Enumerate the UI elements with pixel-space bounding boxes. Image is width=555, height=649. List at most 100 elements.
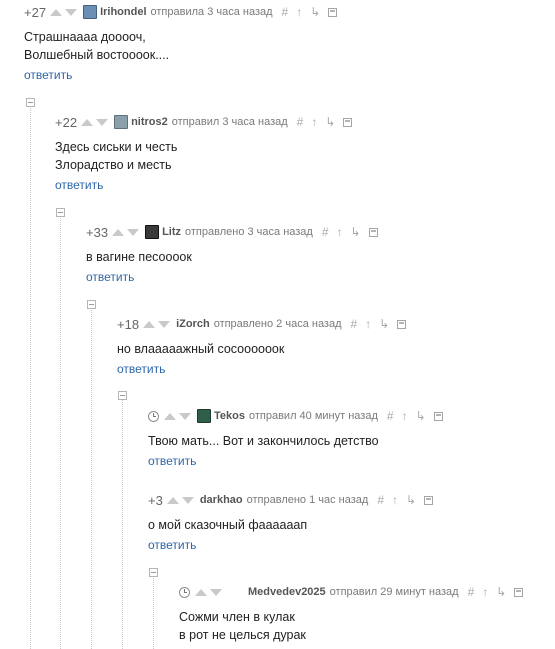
parent-comment-icon[interactable]: ↑ [311, 115, 317, 129]
comment-rating: +18 [117, 316, 140, 332]
vote-up-icon[interactable] [143, 320, 156, 328]
permalink-icon[interactable]: # [322, 225, 329, 239]
thread-line [122, 393, 123, 649]
branch-icon[interactable]: ↳ [325, 115, 335, 129]
vote-up-icon[interactable] [50, 8, 63, 16]
save-icon[interactable] [397, 319, 407, 329]
thread-line [153, 572, 154, 649]
avatar[interactable] [83, 5, 98, 19]
comment-header: +22 nitros2 отправил 3 часа назад # ↑ ↳ [55, 114, 353, 130]
comment-line: в рот не целься дурак [179, 628, 306, 642]
parent-comment-icon[interactable]: ↑ [337, 225, 343, 239]
reply-link[interactable]: ответить [148, 538, 196, 552]
parent-comment-icon[interactable]: ↑ [392, 493, 398, 507]
comment-author[interactable]: iZorch [176, 318, 210, 330]
comment-line: Здесь сиськи и честь [55, 140, 178, 154]
vote-down-icon[interactable] [181, 496, 194, 504]
permalink-icon[interactable]: # [282, 5, 289, 19]
comment-timestamp: отправлено 1 час назад [246, 494, 369, 506]
comment-author[interactable]: nitros2 [131, 116, 168, 128]
comment: +18 iZorch отправлено 2 часа назад # ↑ ↳… [117, 316, 407, 378]
vote-up-icon[interactable] [81, 118, 94, 126]
comment-line: Злорадство и месть [55, 158, 172, 172]
branch-icon[interactable]: ↳ [416, 409, 426, 423]
comment-body: Здесь сиськи и честь Злорадство и месть [55, 138, 352, 174]
comment-author[interactable]: Irihondel [100, 6, 146, 18]
comment-header: +18 iZorch отправлено 2 часа назад # ↑ ↳ [117, 316, 407, 332]
vote-up-icon[interactable] [166, 496, 179, 504]
comment-body: в вагине песоооок [86, 248, 378, 266]
comment: +3 darkhao отправлено 1 час назад # ↑ ↳ … [148, 492, 434, 554]
avatar[interactable] [114, 115, 129, 129]
vote-up-icon[interactable] [112, 228, 125, 236]
vote-down-icon[interactable] [96, 118, 109, 126]
parent-comment-icon[interactable]: ↑ [482, 585, 488, 599]
parent-comment-icon[interactable]: ↑ [365, 317, 371, 331]
collapse-toggle[interactable] [56, 208, 65, 217]
comment-body: Твою мать... Вот и закончилось детство [148, 432, 443, 450]
save-icon[interactable] [343, 117, 353, 127]
collapse-toggle[interactable] [87, 300, 96, 309]
avatar[interactable] [197, 409, 211, 423]
save-icon[interactable] [433, 411, 443, 421]
comment-author[interactable]: Medvedev2025 [248, 586, 326, 598]
comment-body: но влааааажный сосоооооок [117, 340, 406, 358]
comment: Tekos отправил 40 минут назад # ↑ ↳ Твою… [148, 408, 443, 470]
parent-comment-icon[interactable]: ↑ [402, 409, 408, 423]
collapse-toggle[interactable] [26, 98, 35, 107]
vote-down-icon[interactable] [127, 228, 140, 236]
save-icon[interactable] [424, 495, 434, 505]
comment: +27 Irihondel отправила 3 часа назад # ↑… [24, 4, 338, 84]
comment-rating: +3 [148, 492, 163, 508]
comment-rating: +33 [86, 224, 109, 240]
comment: Medvedev2025 отправил 29 минут назад # ↑… [179, 584, 524, 644]
comment-line: в вагине песоооок [86, 250, 192, 264]
comment-header: +27 Irihondel отправила 3 часа назад # ↑… [24, 4, 338, 20]
comment-timestamp: отправил 3 часа назад [171, 116, 288, 128]
reply-link[interactable]: ответить [24, 68, 72, 82]
reply-link[interactable]: ответить [117, 362, 165, 376]
comment-header: Tekos отправил 40 минут назад # ↑ ↳ [148, 408, 443, 424]
reply-link[interactable]: ответить [55, 178, 103, 192]
save-icon[interactable] [328, 7, 338, 17]
comment-author[interactable]: Tekos [214, 410, 245, 422]
permalink-icon[interactable]: # [377, 493, 384, 507]
permalink-icon[interactable]: # [387, 409, 394, 423]
permalink-icon[interactable]: # [297, 115, 304, 129]
branch-icon[interactable]: ↳ [496, 585, 506, 599]
save-icon[interactable] [368, 227, 378, 237]
comment-rating: +27 [24, 4, 47, 20]
save-icon[interactable] [514, 587, 524, 597]
comment-header: +3 darkhao отправлено 1 час назад # ↑ ↳ [148, 492, 434, 508]
branch-icon[interactable]: ↳ [406, 493, 416, 507]
comment-body: Сожми член в кулак в рот не целься дурак [179, 608, 523, 644]
comment-line: но влааааажный сосоооооок [117, 342, 285, 356]
branch-icon[interactable]: ↳ [310, 5, 320, 19]
avatar[interactable] [145, 225, 160, 239]
vote-down-icon[interactable] [65, 8, 78, 16]
vote-up-icon[interactable] [164, 412, 176, 420]
comment-author[interactable]: darkhao [200, 494, 243, 506]
comment: +33 Litz отправлено 3 часа назад # ↑ ↳ в… [86, 224, 378, 286]
permalink-icon[interactable]: # [468, 585, 475, 599]
branch-icon[interactable]: ↳ [351, 225, 361, 239]
vote-up-icon[interactable] [195, 588, 207, 596]
reply-link[interactable]: ответить [86, 270, 134, 284]
vote-down-icon[interactable] [158, 320, 171, 328]
collapse-toggle[interactable] [149, 568, 158, 577]
comment-line: Волшебный востоооок.... [24, 48, 170, 62]
vote-down-icon[interactable] [210, 588, 222, 596]
comment-line: о мой сказочный фаааааап [148, 518, 308, 532]
comment-timestamp: отправлено 2 часа назад [213, 318, 342, 330]
branch-icon[interactable]: ↳ [379, 317, 389, 331]
comment-author[interactable]: Litz [162, 226, 181, 238]
comment-line: Твою мать... Вот и закончилось детство [148, 434, 379, 448]
parent-comment-icon[interactable]: ↑ [296, 5, 302, 19]
comment-timestamp: отправила 3 часа назад [150, 6, 273, 18]
vote-down-icon[interactable] [179, 412, 191, 420]
comment-line: Сожми член в кулак [179, 610, 295, 624]
collapse-toggle[interactable] [118, 391, 127, 400]
thread-line [91, 302, 92, 649]
permalink-icon[interactable]: # [351, 317, 358, 331]
reply-link[interactable]: ответить [148, 454, 196, 468]
